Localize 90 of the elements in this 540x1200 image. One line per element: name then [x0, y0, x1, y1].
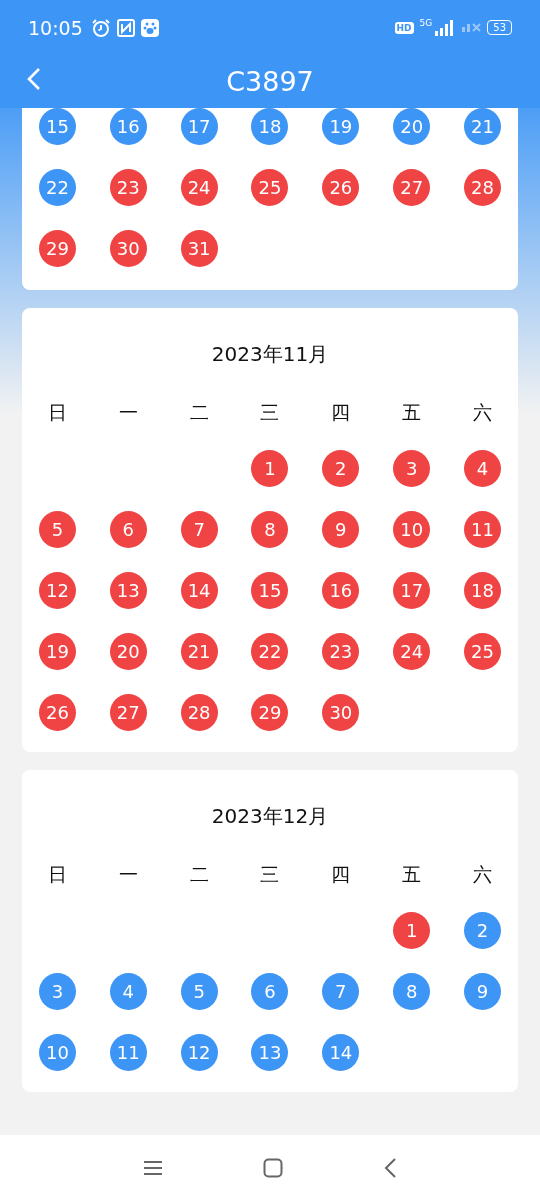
day-circle[interactable]: 25 — [251, 169, 289, 206]
day-circle[interactable]: 10 — [38, 1034, 76, 1071]
day-circle[interactable]: 22 — [251, 633, 289, 670]
day-circle[interactable]: 19 — [38, 633, 76, 670]
day-circle[interactable]: 22 — [38, 169, 76, 206]
nfc-icon — [116, 18, 135, 37]
status-time: 10:05 — [28, 16, 83, 39]
weekday-label: 五 — [402, 862, 422, 887]
day-circle[interactable]: 31 — [180, 230, 218, 267]
day-circle[interactable]: 13 — [109, 572, 147, 609]
day-circle[interactable]: 8 — [393, 973, 431, 1010]
day-circle[interactable]: 29 — [38, 230, 76, 267]
weekday-label: 四 — [331, 400, 351, 425]
day-circle[interactable]: 8 — [251, 511, 289, 548]
day-circle[interactable]: 24 — [180, 169, 218, 206]
back-icon[interactable] — [26, 67, 42, 91]
day-circle[interactable]: 9 — [464, 973, 502, 1010]
weekday-label: 四 — [331, 862, 351, 887]
network-label: 5G — [419, 18, 433, 28]
day-circle[interactable]: 26 — [322, 169, 360, 206]
weekday-label: 三 — [260, 862, 280, 887]
day-circle[interactable]: 4 — [464, 450, 502, 487]
day-circle[interactable]: 16 — [109, 108, 147, 145]
battery-level: 53 — [487, 20, 512, 35]
day-circle[interactable]: 11 — [464, 511, 502, 548]
day-circle[interactable]: 1 — [251, 450, 289, 487]
weekday-label: 三 — [260, 400, 280, 425]
day-circle[interactable]: 5 — [180, 973, 218, 1010]
day-circle[interactable]: 4 — [109, 973, 147, 1010]
weekday-label: 五 — [402, 400, 422, 425]
weekday-label: 二 — [189, 862, 209, 887]
page-title: C3897 — [226, 66, 314, 97]
month-title: 2023年12月 — [210, 803, 330, 830]
day-circle[interactable]: 21 — [180, 633, 218, 670]
day-circle[interactable]: 30 — [322, 694, 360, 731]
month-title: 2023年11月 — [210, 341, 330, 368]
day-circle[interactable]: 5 — [38, 511, 76, 548]
home-icon[interactable] — [263, 1157, 283, 1178]
weekday-label: 一 — [118, 400, 138, 425]
day-circle[interactable]: 1 — [393, 912, 431, 949]
day-circle[interactable]: 15 — [251, 572, 289, 609]
day-circle[interactable]: 28 — [180, 694, 218, 731]
day-circle[interactable]: 2 — [322, 450, 360, 487]
day-circle[interactable]: 25 — [464, 633, 502, 670]
day-circle[interactable]: 6 — [251, 973, 289, 1010]
day-circle[interactable]: 17 — [393, 572, 431, 609]
day-circle[interactable]: 7 — [322, 973, 360, 1010]
day-circle[interactable]: 7 — [180, 511, 218, 548]
day-circle[interactable]: 12 — [180, 1034, 218, 1071]
hd-badge: HD — [394, 21, 414, 34]
day-circle[interactable]: 20 — [109, 633, 147, 670]
day-circle[interactable]: 13 — [251, 1034, 289, 1071]
day-circle[interactable]: 30 — [109, 230, 147, 267]
day-circle[interactable]: 17 — [180, 108, 218, 145]
day-circle[interactable]: 9 — [322, 511, 360, 548]
day-circle[interactable]: 21 — [464, 108, 502, 145]
menu-icon[interactable] — [143, 1159, 163, 1176]
weekday-label: 日 — [47, 400, 67, 425]
day-circle[interactable]: 12 — [38, 572, 76, 609]
day-circle[interactable]: 14 — [322, 1034, 360, 1071]
weekday-label: 六 — [473, 400, 493, 425]
day-circle[interactable]: 15 — [38, 108, 76, 145]
weekday-label: 六 — [473, 862, 493, 887]
day-circle[interactable]: 16 — [322, 572, 360, 609]
weekday-label: 一 — [118, 862, 138, 887]
day-circle[interactable]: 10 — [393, 511, 431, 548]
day-circle[interactable]: 19 — [322, 108, 360, 145]
day-circle[interactable]: 26 — [38, 694, 76, 731]
day-circle[interactable]: 27 — [393, 169, 431, 206]
day-circle[interactable]: 27 — [109, 694, 147, 731]
day-circle[interactable]: 23 — [109, 169, 147, 206]
day-circle[interactable]: 3 — [393, 450, 431, 487]
paw-app-icon — [140, 18, 159, 37]
day-circle[interactable]: 18 — [464, 572, 502, 609]
day-circle[interactable]: 6 — [109, 511, 147, 548]
back-icon[interactable] — [383, 1157, 397, 1178]
day-circle[interactable]: 29 — [251, 694, 289, 731]
day-circle[interactable]: 23 — [322, 633, 360, 670]
day-circle[interactable]: 2 — [464, 912, 502, 949]
weekday-label: 二 — [189, 400, 209, 425]
no-signal-icon — [462, 23, 482, 32]
day-circle[interactable]: 24 — [393, 633, 431, 670]
day-circle[interactable]: 14 — [180, 572, 218, 609]
day-circle[interactable]: 28 — [464, 169, 502, 206]
weekday-label: 日 — [47, 862, 67, 887]
day-circle[interactable]: 11 — [109, 1034, 147, 1071]
day-circle[interactable]: 20 — [393, 108, 431, 145]
alarm-clock-icon — [90, 17, 111, 38]
day-circle[interactable]: 18 — [251, 108, 289, 145]
day-circle[interactable]: 3 — [38, 973, 76, 1010]
